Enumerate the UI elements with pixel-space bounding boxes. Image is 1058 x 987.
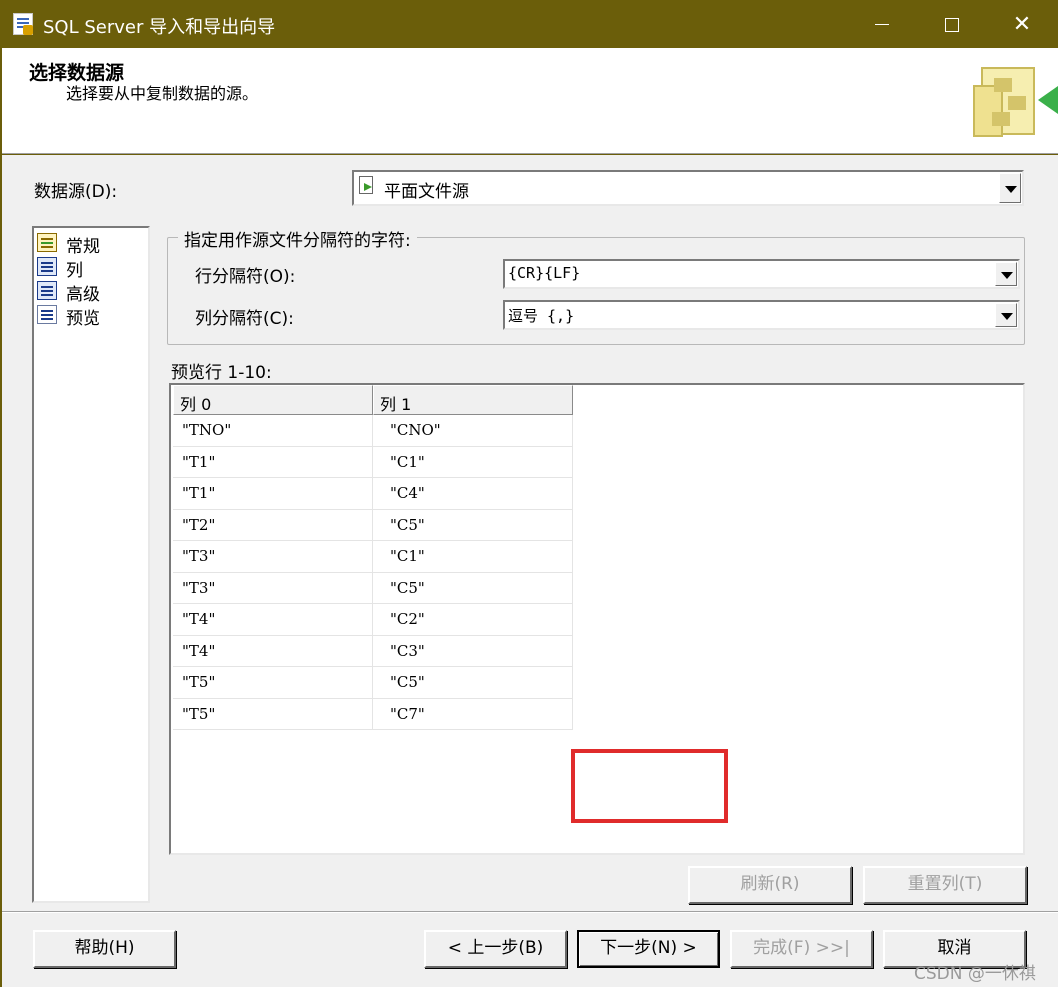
nav-item-label: 高级 [66, 285, 100, 305]
column-header[interactable]: 列 0 [173, 385, 373, 415]
refresh-button[interactable]: 刷新(R) [688, 866, 852, 904]
preview-rows-label: 预览行 1-10: [171, 363, 272, 383]
table-row[interactable]: "T5" "C5" [173, 667, 573, 699]
table-cell: "T1" [173, 446, 373, 478]
nav-item-columns[interactable]: 列 [36, 255, 146, 281]
wizard-window: SQL Server 导入和导出向导 ✕ 选择数据源 选择要从中复制数据的源。 … [0, 0, 1058, 987]
row-delimiter-label: 行分隔符(O): [195, 267, 296, 287]
wizard-header: 选择数据源 选择要从中复制数据的源。 [2, 48, 1058, 154]
highlight-annotation [571, 749, 728, 823]
help-button[interactable]: 帮助(H) [33, 930, 176, 968]
chevron-down-icon[interactable] [999, 173, 1021, 203]
nav-item-preview[interactable]: 预览 [36, 303, 146, 329]
table-cell: "T1" [173, 478, 373, 510]
minimize-icon [875, 24, 889, 25]
flat-file-source-icon [359, 176, 373, 194]
nav-item-general[interactable]: 常规 [36, 231, 146, 257]
close-button[interactable]: ✕ [987, 1, 1057, 48]
table-cell: "C1" [373, 446, 573, 478]
watermark: CSDN @一休祺 [914, 964, 1036, 984]
back-button[interactable]: < 上一步(B) [424, 930, 567, 968]
title-bar[interactable]: SQL Server 导入和导出向导 ✕ [1, 1, 1058, 48]
delimiter-group-title: 指定用作源文件分隔符的字符: [178, 226, 417, 251]
table-cell: "T3" [173, 572, 373, 604]
next-button[interactable]: 下一步(N) > [577, 930, 720, 968]
table-cell: "T4" [173, 635, 373, 667]
preview-icon [37, 305, 57, 324]
table-row[interactable]: "T3" "C5" [173, 572, 573, 604]
column-delimiter-value: 逗号 {,} [508, 307, 575, 325]
column-delimiter-select[interactable]: 逗号 {,} [503, 300, 1020, 330]
maximize-icon [945, 18, 959, 32]
table-cell: "T3" [173, 541, 373, 573]
nav-item-label: 列 [66, 261, 83, 281]
row-delimiter-select[interactable]: {CR}{LF} [503, 259, 1020, 289]
nav-item-label: 常规 [66, 237, 100, 257]
table-cell: "C5" [373, 667, 573, 699]
table-row[interactable]: "T4" "C2" [173, 604, 573, 636]
table-row[interactable]: "T3" "C1" [173, 541, 573, 573]
advanced-icon [37, 281, 57, 300]
table-cell: "CNO" [373, 415, 573, 447]
table-row[interactable]: "TNO" "CNO" [173, 415, 573, 447]
table-row[interactable]: "T1" "C4" [173, 478, 573, 510]
table-cell: "C2" [373, 604, 573, 636]
bottom-separator [2, 911, 1058, 913]
row-delimiter-value: {CR}{LF} [508, 264, 581, 282]
table-row[interactable]: "T2" "C5" [173, 509, 573, 541]
finish-button[interactable]: 完成(F) >>| [730, 930, 873, 968]
maximize-button[interactable] [917, 1, 987, 48]
columns-icon [37, 257, 57, 276]
table-cell: "C1" [373, 541, 573, 573]
datasource-label: 数据源(D): [34, 182, 118, 202]
table-cell: "C5" [373, 509, 573, 541]
table-cell: "T5" [173, 667, 373, 699]
page-subtitle: 选择要从中复制数据的源。 [66, 84, 259, 103]
wizard-body: 数据源(D): 平面文件源 常规 列 高级 预览 指定用作源文件分隔符的字符: … [2, 155, 1058, 987]
table-cell: "TNO" [173, 415, 373, 447]
datasource-select[interactable]: 平面文件源 [352, 170, 1024, 206]
app-icon [13, 13, 33, 35]
column-delimiter-label: 列分隔符(C): [195, 309, 294, 329]
table-cell: "C7" [373, 698, 573, 730]
close-icon: ✕ [1012, 12, 1032, 37]
table-cell: "C3" [373, 635, 573, 667]
table-row[interactable]: "T4" "C3" [173, 635, 573, 667]
table-cell: "C5" [373, 572, 573, 604]
wizard-banner-icon [973, 67, 1058, 137]
chevron-down-icon[interactable] [995, 303, 1017, 327]
table-row[interactable]: "T1" "C1" [173, 446, 573, 478]
window-title: SQL Server 导入和导出向导 [43, 17, 276, 38]
nav-item-advanced[interactable]: 高级 [36, 279, 146, 305]
reset-columns-button[interactable]: 重置列(T) [863, 866, 1027, 904]
table-cell: "T2" [173, 509, 373, 541]
minimize-button[interactable] [847, 1, 917, 48]
table-cell: "T5" [173, 698, 373, 730]
page-nav-list: 常规 列 高级 预览 [32, 226, 150, 903]
nav-item-label: 预览 [66, 309, 100, 329]
datasource-value: 平面文件源 [384, 182, 469, 202]
chevron-down-icon[interactable] [995, 262, 1017, 286]
table-cell: "C4" [373, 478, 573, 510]
table-row[interactable]: "T5" "C7" [173, 698, 573, 730]
column-header[interactable]: 列 1 [373, 385, 573, 415]
table-cell: "T4" [173, 604, 373, 636]
general-icon [37, 233, 57, 252]
